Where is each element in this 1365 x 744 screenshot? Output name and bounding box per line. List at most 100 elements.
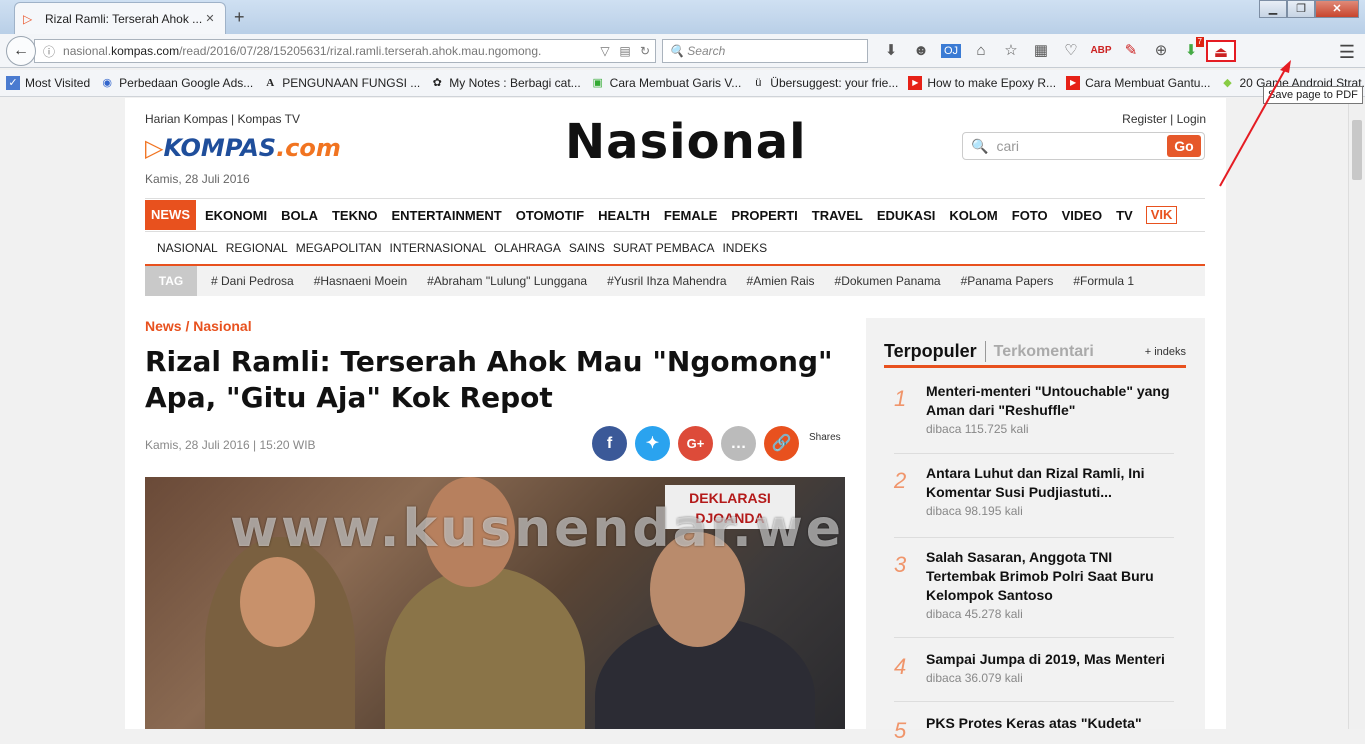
breadcrumb[interactable]: News / Nasional bbox=[145, 318, 252, 334]
popular-item[interactable]: 3 Salah Sasaran, Anggota TNI Tertembak B… bbox=[894, 548, 1174, 638]
item-title[interactable]: Antara Luhut dan Rizal Ramli, Ini Koment… bbox=[926, 464, 1176, 502]
subnav-olahraga[interactable]: OLAHRAGA bbox=[494, 241, 561, 255]
top-links[interactable]: Harian Kompas | Kompas TV bbox=[145, 112, 300, 126]
popular-item[interactable]: 1 Menteri-menteri "Untouchable" yang Ama… bbox=[894, 382, 1174, 454]
bookmark-item[interactable]: A PENGUNAAN FUNGSI ... bbox=[263, 76, 420, 90]
tag-bar: TAG # Dani Pedrosa #Hasnaeni Moein #Abra… bbox=[145, 264, 1205, 296]
go-button[interactable]: Go bbox=[1167, 135, 1201, 157]
tag-link[interactable]: #Panama Papers bbox=[961, 274, 1054, 288]
url-bar[interactable]: ⓘ nasional.kompas.com/read/2016/07/28/15… bbox=[34, 39, 656, 63]
subnav-surat-pembaca[interactable]: SURAT PEMBACA bbox=[613, 241, 715, 255]
popular-item[interactable]: 4 Sampai Jumpa di 2019, Mas Menteri diba… bbox=[894, 650, 1174, 702]
nav-video[interactable]: VIDEO bbox=[1055, 208, 1109, 223]
maximize-button[interactable]: ❐ bbox=[1287, 0, 1315, 18]
nav-properti[interactable]: PROPERTI bbox=[724, 208, 804, 223]
item-title[interactable]: Sampai Jumpa di 2019, Mas Menteri bbox=[926, 650, 1176, 669]
nav-tekno[interactable]: TEKNO bbox=[325, 208, 385, 223]
item-number: 4 bbox=[894, 654, 907, 679]
green-download-icon[interactable]: ⬇ 7 bbox=[1176, 37, 1206, 62]
nav-foto[interactable]: FOTO bbox=[1005, 208, 1055, 223]
popular-item[interactable]: 5 PKS Protes Keras atas "Kudeta" bbox=[894, 714, 1176, 743]
browser-tab[interactable]: ▷ Rizal Ramli: Terserah Ahok ... ✕ bbox=[14, 2, 226, 34]
site-search-input[interactable]: 🔍 cari Go bbox=[962, 132, 1205, 160]
pocket-icon[interactable]: ♡ bbox=[1056, 40, 1086, 62]
nav-ekonomi[interactable]: EKONOMI bbox=[198, 208, 274, 223]
tag-link[interactable]: #Yusril Ihza Mahendra bbox=[607, 274, 726, 288]
reader-view-icon[interactable]: ▤ bbox=[615, 44, 635, 58]
close-tab-icon[interactable]: ✕ bbox=[203, 12, 217, 26]
nav-female[interactable]: FEMALE bbox=[657, 208, 724, 223]
googleplus-share-icon[interactable]: G+ bbox=[678, 426, 713, 461]
comment-share-icon[interactable]: … bbox=[721, 426, 756, 461]
item-title[interactable]: PKS Protes Keras atas "Kudeta" bbox=[926, 714, 1176, 733]
bookmarks-library-icon[interactable]: ▦ bbox=[1026, 40, 1056, 62]
save-pdf-tooltip: Save page to PDF bbox=[1263, 86, 1363, 104]
link-share-icon[interactable]: 🔗 bbox=[764, 426, 799, 461]
item-title[interactable]: Salah Sasaran, Anggota TNI Tertembak Bri… bbox=[926, 548, 1176, 605]
bookmark-star-icon[interactable]: ☆ bbox=[996, 40, 1026, 62]
vertical-scrollbar[interactable] bbox=[1348, 98, 1365, 729]
bookmark-item[interactable]: ✓ Most Visited bbox=[6, 76, 90, 90]
home-icon[interactable]: ⌂ bbox=[966, 40, 996, 62]
subnav-internasional[interactable]: INTERNASIONAL bbox=[390, 241, 487, 255]
subnav-regional[interactable]: REGIONAL bbox=[226, 241, 288, 255]
subnav-indeks[interactable]: INDEKS bbox=[722, 241, 767, 255]
nav-vik[interactable]: VIK bbox=[1145, 206, 1178, 224]
bookmark-item[interactable]: ◉ Perbedaan Google Ads... bbox=[100, 76, 253, 90]
tab-terpopuler[interactable]: Terpopuler bbox=[884, 341, 986, 362]
facebook-share-icon[interactable]: f bbox=[592, 426, 627, 461]
reload-icon[interactable]: ↻ bbox=[635, 44, 655, 58]
new-tab-button[interactable]: + bbox=[234, 7, 245, 28]
tag-link[interactable]: #Dokumen Panama bbox=[835, 274, 941, 288]
url-text[interactable]: nasional.kompas.com/read/2016/07/28/1520… bbox=[63, 44, 595, 58]
menu-icon[interactable]: ☰ bbox=[1339, 42, 1355, 63]
nav-travel[interactable]: TRAVEL bbox=[805, 208, 870, 223]
adblock-icon[interactable]: ABP bbox=[1086, 40, 1116, 62]
nav-health[interactable]: HEALTH bbox=[591, 208, 657, 223]
popular-item[interactable]: 2 Antara Luhut dan Rizal Ramli, Ini Kome… bbox=[894, 464, 1174, 538]
tag-link[interactable]: #Hasnaeni Moein bbox=[314, 274, 407, 288]
nav-news[interactable]: NEWS bbox=[145, 200, 196, 230]
minimize-button[interactable]: ▁ bbox=[1259, 0, 1287, 18]
title-bar: ▷ Rizal Ramli: Terserah Ahok ... ✕ + ▁ ❐… bbox=[0, 0, 1365, 34]
popular-sidebar: Terpopuler Terkomentari + indeks 1 Mente… bbox=[866, 318, 1205, 743]
bookmark-item[interactable]: ▣ Cara Membuat Garis V... bbox=[591, 76, 741, 90]
chat-icon[interactable]: ☻ bbox=[906, 40, 936, 62]
bookmark-item[interactable]: ü Übersuggest: your frie... bbox=[751, 76, 898, 90]
twitter-share-icon[interactable]: ✦ bbox=[635, 426, 670, 461]
subnav-sains[interactable]: SAINS bbox=[569, 241, 605, 255]
download-icon[interactable]: ⬇ bbox=[876, 40, 906, 62]
site-info-icon[interactable]: ⓘ bbox=[43, 43, 55, 60]
item-title[interactable]: Menteri-menteri "Untouchable" yang Aman … bbox=[926, 382, 1176, 420]
close-window-button[interactable]: ✕ bbox=[1315, 0, 1359, 18]
nav-entertainment[interactable]: ENTERTAINMENT bbox=[384, 208, 508, 223]
search-input[interactable]: 🔍 Search bbox=[662, 39, 868, 63]
addon-icon[interactable]: OJ bbox=[936, 40, 966, 62]
nav-otomotif[interactable]: OTOMOTIF bbox=[509, 208, 591, 223]
tag-link[interactable]: #Formula 1 bbox=[1073, 274, 1134, 288]
nav-edukasi[interactable]: EDUKASI bbox=[870, 208, 943, 223]
tab-terkomentari[interactable]: Terkomentari bbox=[986, 343, 1145, 361]
bookmark-item[interactable]: ▶ How to make Epoxy R... bbox=[908, 76, 1056, 90]
subnav-megapolitan[interactable]: MEGAPOLITAN bbox=[296, 241, 382, 255]
tag-link[interactable]: #Amien Rais bbox=[747, 274, 815, 288]
save-pdf-icon[interactable]: ⏏ bbox=[1206, 40, 1236, 62]
article-photo[interactable]: DEKLARASI DJOANDA www.kusnendar.web.id bbox=[145, 477, 845, 729]
addon-red-icon[interactable]: ✎ bbox=[1116, 40, 1146, 62]
bookmark-item[interactable]: ▶ Cara Membuat Gantu... bbox=[1066, 76, 1210, 90]
tag-link[interactable]: #Abraham "Lulung" Lunggana bbox=[427, 274, 587, 288]
dropdown-icon[interactable]: ▽ bbox=[595, 44, 615, 58]
tag-link[interactable]: # Dani Pedrosa bbox=[211, 274, 294, 288]
bookmark-item[interactable]: ✿ My Notes : Berbagi cat... bbox=[430, 76, 581, 90]
page-viewport: Harian Kompas | Kompas TV ▷KOMPAS.com Ka… bbox=[0, 98, 1365, 743]
download-manager-icon[interactable]: ⊕ bbox=[1146, 40, 1176, 62]
nav-tv[interactable]: TV bbox=[1109, 208, 1140, 223]
auth-links[interactable]: Register | Login bbox=[1122, 112, 1206, 126]
subnav-nasional[interactable]: NASIONAL bbox=[157, 241, 218, 255]
back-button[interactable]: ← bbox=[6, 36, 36, 66]
index-link[interactable]: + indeks bbox=[1145, 346, 1186, 358]
kompas-logo[interactable]: ▷KOMPAS.com bbox=[145, 134, 341, 162]
nav-bola[interactable]: BOLA bbox=[274, 208, 325, 223]
nav-kolom[interactable]: KOLOM bbox=[942, 208, 1004, 223]
scrollbar-thumb[interactable] bbox=[1352, 120, 1362, 180]
